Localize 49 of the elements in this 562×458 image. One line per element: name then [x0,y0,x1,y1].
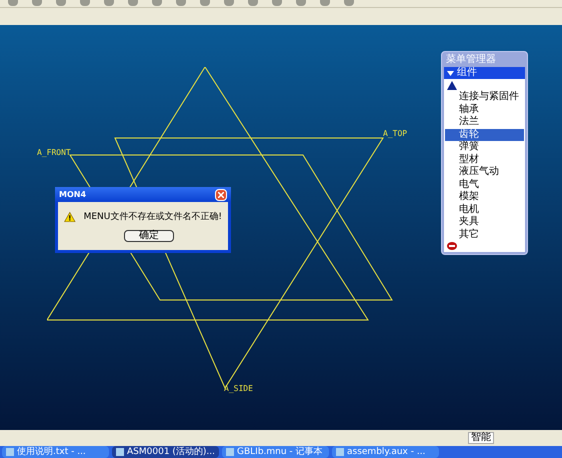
datum-label: A_TOP [383,130,408,138]
up-triangle-icon[interactable] [447,81,457,90]
window-icon [6,448,14,456]
menu-item[interactable]: 电机 [445,204,524,216]
selection-filter[interactable]: 智能 [468,432,494,444]
menu-item[interactable]: 其它 [445,228,524,241]
toolbar-icon[interactable] [80,0,90,6]
menu-item[interactable]: 模架 [445,191,524,204]
window-icon [116,448,124,456]
toolbar-icon[interactable] [104,0,114,6]
toolbar-icon[interactable] [32,0,42,6]
taskbar-button[interactable]: 使用说明.txt - ... [2,446,109,458]
datum-label: A_SIDE [224,385,253,393]
toolbar-icon[interactable] [224,0,234,6]
toolbar-icon[interactable] [176,0,186,6]
stop-icon[interactable] [447,242,457,250]
toolbar-icon[interactable] [152,0,162,6]
menu-item[interactable]: 夹具 [445,216,524,228]
window-icon [336,448,344,456]
menu-item[interactable]: 法兰 [445,116,524,128]
taskbar-button[interactable]: ASM0001 (活动的)... [112,446,219,458]
close-icon [218,192,224,198]
toolbar-icon[interactable] [344,0,354,6]
menu-item[interactable]: 液压气动 [445,166,524,178]
dialog-title: MON4 [59,188,86,200]
taskbar-button[interactable]: assembly.aux - ... [332,446,439,458]
toolbar-icon[interactable] [296,0,306,6]
taskbar-button[interactable]: GBLIb.mnu - 记事本 [222,446,329,458]
toolbar-icon[interactable] [200,0,210,6]
datum-label: A_FRONT [37,149,71,157]
window-icon [226,448,234,456]
menu-manager-title: 菜单管理器 [445,52,497,67]
toolbar-icon[interactable] [272,0,282,6]
menu-item[interactable]: 连接与紧固件 [445,91,524,104]
section-header[interactable]: 组件 [444,67,525,79]
toolbar-icon[interactable] [128,0,138,6]
toolbar-icon[interactable] [56,0,66,6]
menu-item[interactable]: 型材 [445,154,524,166]
menu-item[interactable]: 齿轮 [445,128,524,141]
toolbar-icon[interactable] [248,0,258,6]
caret-icon [447,70,454,76]
menu-item[interactable]: 轴承 [445,104,524,116]
menu-item[interactable]: 电气 [445,178,524,191]
toolbar-icon[interactable] [320,0,330,6]
ok-button[interactable]: 确定 [124,230,174,242]
menu-item[interactable]: 弹簧 [445,141,524,154]
toolbar-icon[interactable] [8,0,18,6]
dialog-message: MENU文件不存在或文件名不正确! [84,212,222,222]
close-button[interactable] [215,188,227,200]
